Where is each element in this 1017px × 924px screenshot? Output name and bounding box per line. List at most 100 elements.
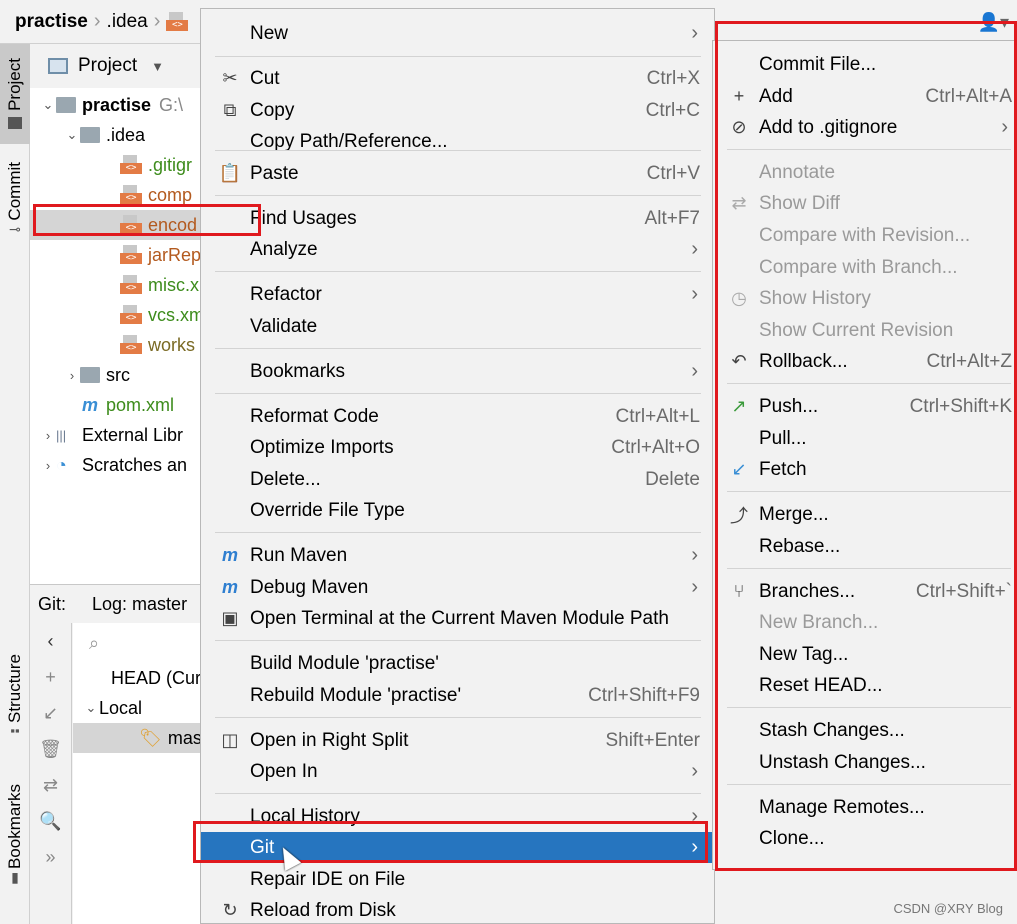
xml-file-icon: <> [120,335,142,355]
tree-item[interactable]: › ||| External Libr [30,420,210,450]
menu-item-label: Open In [250,760,318,782]
tab-commit[interactable]: Commit ⊸ [0,162,30,262]
menu-item-paste[interactable]: 📋 Paste Ctrl+V [201,158,714,189]
menu-item-debug-maven[interactable]: m Debug Maven › [201,572,714,603]
local-branches-label: Local [99,697,143,718]
tree-item[interactable]: m pom.xml [30,390,210,420]
menu-item-run-maven[interactable]: m Run Maven › [201,540,714,571]
list-item[interactable]: ⌄ Local [73,693,210,723]
copy-icon: ⧉ [223,100,237,120]
breadcrumb-root[interactable]: practise [15,11,88,33]
menu-item-new[interactable]: New › [201,18,714,49]
shortcut-label: Alt+F7 [644,207,700,229]
tree-item[interactable]: ⌄ practise G:\ [30,90,210,120]
chevron-right-icon: › [93,10,101,32]
menu-item-delete[interactable]: Delete... Delete [201,464,714,495]
menu-item-bookmarks[interactable]: Bookmarks › [201,356,714,387]
list-item[interactable]: HEAD (Cur [73,663,210,693]
folder-icon [8,116,22,129]
menu-item-label: Bookmarks [250,360,346,382]
menu-item-override-file-type[interactable]: Override File Type [201,495,714,526]
list-item[interactable]: 🏷 mas [73,723,210,753]
menu-separator [215,532,701,533]
chevron-right-icon: › [691,576,698,598]
menu-item-refactor[interactable]: Refactor › [201,279,714,310]
chevron-right-icon[interactable]: › [40,458,56,473]
menu-item-copy-path-reference[interactable]: Copy Path/Reference... [201,126,714,157]
tab-structure[interactable]: Structure ▪▪ [0,654,30,760]
menu-item-label: Delete... [250,468,321,490]
chevron-right-icon[interactable]: › [40,428,56,443]
xml-file-icon: <> [120,185,142,205]
tree-item-label: .idea [106,124,146,145]
menu-item-reformat-code[interactable]: Reformat Code Ctrl+Alt+L [201,401,714,432]
breadcrumb-folder[interactable]: .idea [107,11,148,33]
cut-icon: ✂ [222,68,238,88]
menu-separator [215,348,701,349]
dropdown-arrow-icon[interactable]: ▼ [151,59,164,74]
project-panel-header[interactable]: Project ▼ [30,44,210,88]
tab-git-log[interactable]: Log: master [92,594,187,615]
compare-icon[interactable]: ⇄ [43,775,58,796]
tree-item[interactable]: <> vcs.xm [30,300,210,330]
tree-item[interactable]: <> works [30,330,210,360]
search-icon[interactable]: 🔍 [39,811,61,832]
git-branches-list: ⌕ HEAD (Cur ⌄ Local 🏷 mas [73,623,210,924]
tree-item-label: src [106,364,130,385]
bookmark-icon: ▮ [11,869,19,886]
menu-item-cut[interactable]: ✂ Cut Ctrl+X [201,63,714,94]
tab-project[interactable]: Project [0,44,30,144]
tag-icon: 🏷 [139,727,162,748]
chevron-down-icon[interactable]: ⌄ [40,97,56,113]
tree-item[interactable]: › src [30,360,210,390]
tab-bookmarks[interactable]: Bookmarks ▮ [0,784,30,904]
menu-item-label: Cut [250,67,280,89]
menu-item-find-usages[interactable]: Find Usages Alt+F7 [201,203,714,234]
menu-item-build-module-practise[interactable]: Build Module 'practise' [201,648,714,679]
menu-item-validate[interactable]: Validate [201,311,714,342]
menu-item-repair-ide-on-file[interactable]: Repair IDE on File [201,864,714,895]
menu-item-label: Copy [250,99,295,121]
search-input[interactable]: ⌕ [73,623,210,663]
menu-item-copy[interactable]: ⧉ Copy Ctrl+C [201,95,714,126]
tab-structure-label: Structure [5,654,24,723]
menu-item-optimize-imports[interactable]: Optimize Imports Ctrl+Alt+O [201,432,714,463]
tree-item-label: misc.x [148,274,199,295]
tree-item[interactable]: <> misc.x [30,270,210,300]
left-tool-strip: Project Commit ⊸ Structure ▪▪ Bookmarks … [0,44,30,924]
tree-item[interactable]: <> .gitigr [30,150,210,180]
tree-item[interactable]: <> jarRep [30,240,210,270]
structure-icon: ▪▪ [10,722,20,738]
collapse-arrow-icon[interactable]: ‹ [48,631,54,652]
annotation-box-git [193,821,708,863]
terminal-icon: ▣ [221,608,239,628]
project-panel-title: Project [78,55,138,76]
git-panel: Git: Log: master ‹ + ↙ 🗑 ⇄ 🔍 » ⌕ HEAD (C… [30,584,210,924]
shortcut-label: Shift+Enter [605,729,700,751]
chevron-down-icon[interactable]: ⌄ [64,127,80,143]
menu-item-open-in[interactable]: Open In › [201,756,714,787]
menu-item-reload-from-disk[interactable]: ↻ Reload from Disk [201,895,714,924]
menu-item-open-in-right-split[interactable]: ◫ Open in Right Split Shift+Enter [201,725,714,756]
menu-item-label: Reload from Disk [250,899,396,921]
project-panel: Project ▼ ⌄ practise G:\ ⌄ .idea <> .gitigr <> c… [30,44,210,584]
menu-item-analyze[interactable]: Analyze › [201,234,714,265]
delete-icon[interactable]: 🗑 [39,739,62,760]
reload-icon: ↻ [222,900,238,920]
menu-item-label: Paste [250,162,299,184]
menu-item-open-terminal-at-the-current-maven-module-path[interactable]: ▣ Open Terminal at the Current Maven Modu… [201,603,714,634]
tree-item[interactable]: ⌄ .idea [30,120,210,150]
tree-item-label: .gitigr [148,154,193,175]
menu-item-rebuild-module-practise[interactable]: Rebuild Module 'practise' Ctrl+Shift+F9 [201,680,714,711]
menu-separator [215,56,701,57]
chevron-right-icon: › [691,238,698,260]
git-log-toolbar: ‹ + ↙ 🗑 ⇄ 🔍 » [30,623,72,924]
more-icon[interactable]: » [45,847,55,868]
menu-item-label: Validate [250,315,318,337]
add-branch-icon[interactable]: + [45,667,56,688]
checkout-icon[interactable]: ↙ [43,703,58,724]
maven-icon: m [81,394,98,415]
chevron-right-icon[interactable]: › [64,368,80,383]
xml-file-icon: <> [166,11,189,32]
tree-item[interactable]: › ◔ Scratches an [30,450,210,480]
